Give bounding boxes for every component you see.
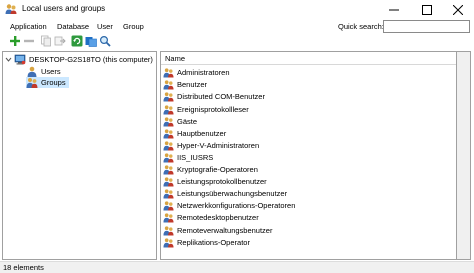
group-icon bbox=[163, 177, 174, 187]
maximize-icon bbox=[422, 4, 432, 15]
group-icon bbox=[26, 78, 38, 88]
collapse-icon[interactable] bbox=[5, 56, 12, 63]
tree-item-computer[interactable]: DESKTOP-G2S18TO (this computer) bbox=[5, 54, 153, 65]
list-item[interactable]: Netzwerkkonfigurations-Operatoren bbox=[163, 200, 295, 212]
maximize-button[interactable] bbox=[411, 0, 443, 19]
list-item[interactable]: IIS_IUSRS bbox=[163, 152, 213, 164]
status-text: 18 elements bbox=[3, 263, 44, 272]
group-icon bbox=[163, 104, 174, 115]
title-bar: Local users and groups bbox=[0, 0, 474, 19]
list-item-label: Administratoren bbox=[177, 68, 230, 78]
list-item-label: Hauptbenutzer bbox=[177, 128, 227, 138]
remove-icon[interactable] bbox=[23, 35, 35, 47]
tree-label-computer: DESKTOP-G2S18TO (this computer) bbox=[29, 55, 153, 64]
list-item[interactable]: Gäste bbox=[163, 115, 197, 127]
list-item-label: Leistungsüberwachungsbenutzer bbox=[177, 189, 288, 199]
menu-application[interactable]: Application bbox=[10, 22, 47, 31]
group-icon bbox=[163, 92, 174, 102]
tree-label-users: Users bbox=[41, 67, 61, 76]
list-item-label: Kryptografie-Operatoren bbox=[177, 165, 258, 175]
group-icon bbox=[163, 201, 174, 211]
list-item-label: Replikations-Operator bbox=[177, 237, 250, 247]
group-icon bbox=[163, 213, 174, 223]
search-icon[interactable] bbox=[99, 35, 111, 47]
list-item[interactable]: Kryptografie-Operatoren bbox=[163, 164, 258, 176]
menu-database[interactable]: Database bbox=[57, 22, 89, 31]
group-icon bbox=[163, 80, 174, 90]
list-item[interactable]: Leistungsüberwachungsbenutzer bbox=[163, 188, 287, 200]
group-icon bbox=[163, 153, 174, 163]
list-item[interactable]: Remoteverwaltungsbenutzer bbox=[163, 224, 272, 236]
group-icon bbox=[163, 129, 174, 139]
properties-icon[interactable] bbox=[85, 35, 97, 47]
list-item-label: Remoteverwaltungsbenutzer bbox=[177, 225, 273, 235]
close-icon bbox=[453, 4, 463, 15]
close-button[interactable] bbox=[442, 0, 474, 19]
list-item-label: IIS_IUSRS bbox=[177, 152, 214, 162]
quick-search-input[interactable] bbox=[383, 20, 470, 33]
vertical-scrollbar[interactable] bbox=[457, 51, 471, 260]
toolbar bbox=[0, 34, 474, 49]
group-icon bbox=[163, 225, 174, 236]
list-item[interactable]: Ereignisprotokollleser bbox=[163, 103, 249, 115]
group-icon bbox=[163, 238, 174, 248]
list-item-label: Netzwerkkonfigurations-Operatoren bbox=[177, 201, 296, 211]
list-item-label: Benutzer bbox=[177, 80, 208, 90]
group-icon bbox=[163, 117, 174, 127]
tree-pane: DESKTOP-G2S18TO (this computer) Users Gr… bbox=[2, 51, 157, 260]
group-icon bbox=[163, 141, 174, 151]
list-item-label: Leistungsprotokollbenutzer bbox=[177, 177, 267, 187]
tree-item-groups[interactable]: Groups bbox=[26, 77, 69, 88]
group-icon bbox=[163, 189, 174, 199]
status-bar: 18 elements bbox=[0, 261, 474, 273]
users-groups-icon bbox=[5, 4, 17, 14]
minimize-button[interactable] bbox=[378, 0, 410, 19]
computer-icon bbox=[14, 54, 26, 65]
list-item[interactable]: Distributed COM-Benutzer bbox=[163, 91, 265, 103]
menu-user[interactable]: User bbox=[97, 22, 113, 31]
list-item-label: Gäste bbox=[177, 116, 198, 126]
quick-search-label: Quick search: bbox=[338, 22, 384, 31]
list-item-label: Ereignisprotokollleser bbox=[177, 104, 249, 114]
group-icon bbox=[163, 165, 174, 175]
column-header-name[interactable]: Name bbox=[161, 52, 456, 65]
window-title: Local users and groups bbox=[22, 4, 106, 13]
group-icon bbox=[163, 68, 174, 78]
tree-label-groups: Groups bbox=[41, 78, 66, 87]
add-icon[interactable] bbox=[9, 35, 21, 47]
list-item-label: Hyper-V-Administratoren bbox=[177, 140, 260, 150]
list-pane: Name Administratoren Benutzer Distributed … bbox=[160, 51, 457, 260]
list-item-label: Remotedesktopbenutzer bbox=[177, 213, 259, 223]
list-item[interactable]: Hauptbenutzer bbox=[163, 128, 226, 140]
list-item[interactable]: Remotedesktopbenutzer bbox=[163, 212, 259, 224]
list-item[interactable]: Benutzer bbox=[163, 79, 207, 91]
user-icon bbox=[27, 66, 37, 77]
refresh-icon[interactable] bbox=[71, 35, 83, 47]
menu-group[interactable]: Group bbox=[123, 22, 144, 31]
list-item-label: Distributed COM-Benutzer bbox=[177, 92, 265, 102]
list-item[interactable]: Hyper-V-Administratoren bbox=[163, 140, 259, 152]
copy-icon[interactable] bbox=[40, 35, 52, 47]
minimize-icon bbox=[389, 9, 399, 10]
column-header-label: Name bbox=[165, 54, 186, 63]
list-item[interactable]: Administratoren bbox=[163, 67, 230, 79]
tree-item-users[interactable]: Users bbox=[26, 66, 61, 77]
list-item[interactable]: Leistungsprotokollbenutzer bbox=[163, 176, 267, 188]
list-item[interactable]: Replikations-Operator bbox=[163, 236, 250, 248]
export-icon[interactable] bbox=[54, 35, 66, 47]
